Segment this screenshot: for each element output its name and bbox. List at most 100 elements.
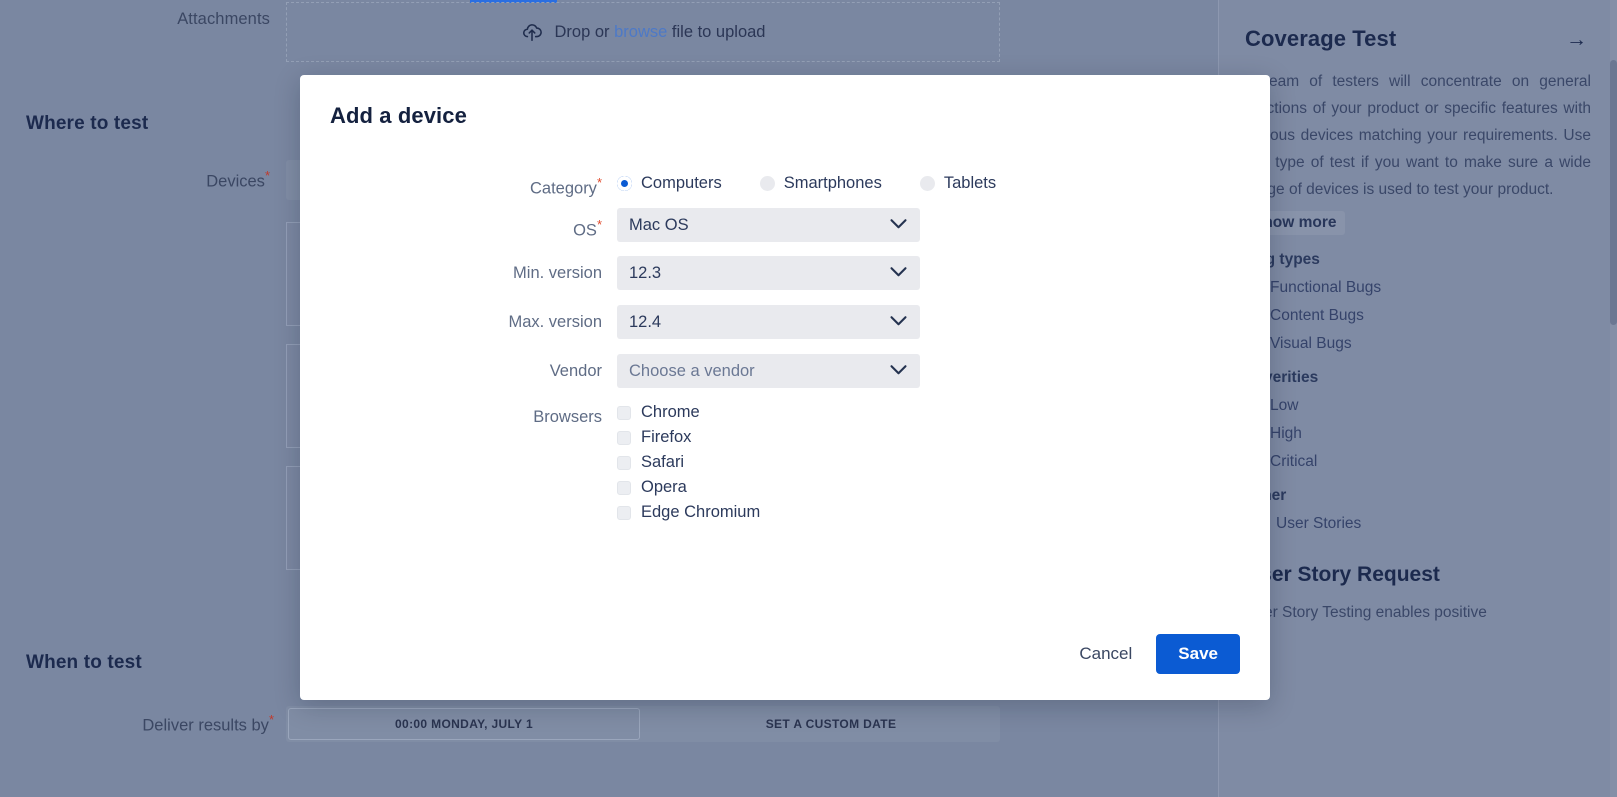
checkbox-option-safari[interactable]: Safari bbox=[617, 450, 1270, 475]
other-title: Other bbox=[1245, 487, 1591, 505]
checkbox-label: Chrome bbox=[641, 403, 700, 421]
chevron-down-icon bbox=[890, 216, 907, 235]
sidebar-scrollbar-thumb[interactable] bbox=[1610, 60, 1617, 325]
bug-types-title: Bug types bbox=[1245, 251, 1320, 268]
min-version-select[interactable]: 12.3 bbox=[617, 256, 920, 290]
sidebar-title: Coverage Test bbox=[1245, 26, 1397, 51]
form-row-min-version: Min. version 12.3 bbox=[300, 256, 1270, 290]
deliver-date-option[interactable]: 00:00 MONDAY, JULY 1 bbox=[288, 708, 640, 740]
radio-label: Smartphones bbox=[783, 174, 882, 192]
list-item: Low bbox=[1245, 397, 1591, 415]
devices-label-text: Devices bbox=[206, 172, 265, 191]
dialog-footer: Cancel Save bbox=[1065, 634, 1240, 674]
checkbox-label: Opera bbox=[641, 478, 687, 496]
checkbox-indicator[interactable] bbox=[617, 405, 631, 420]
os-select-value: Mac OS bbox=[629, 215, 689, 234]
required-marker: * bbox=[268, 712, 274, 727]
info-sidebar: Coverage Test → A team of testers will c… bbox=[1218, 0, 1617, 797]
list-item-label: User Stories bbox=[1276, 515, 1362, 532]
browsers-label: Browsers bbox=[533, 408, 602, 426]
dialog-title: Add a device bbox=[330, 103, 467, 128]
category-label: Category* bbox=[300, 166, 617, 206]
deliver-results-label: Deliver results by* bbox=[0, 712, 274, 736]
checkbox-option-opera[interactable]: Opera bbox=[617, 475, 1270, 500]
chevron-down-icon bbox=[890, 313, 907, 332]
vendor-select-value: Choose a vendor bbox=[629, 361, 755, 380]
set-custom-date-button[interactable]: SET A CUSTOM DATE bbox=[666, 708, 996, 740]
checkbox-label: Safari bbox=[641, 453, 685, 471]
list-item: High bbox=[1245, 425, 1591, 443]
section-where-to-test: Where to test bbox=[26, 113, 149, 134]
dropzone-suffix: file to upload bbox=[667, 22, 766, 41]
save-button[interactable]: Save bbox=[1156, 634, 1240, 674]
radio-indicator[interactable] bbox=[919, 175, 935, 191]
category-radio-group: Computers Smartphones Tablets bbox=[617, 166, 1270, 200]
os-select[interactable]: Mac OS bbox=[617, 208, 920, 242]
max-version-label: Max. version bbox=[508, 313, 602, 331]
sidebar-subtitle: User Story Request bbox=[1245, 563, 1440, 586]
checkbox-indicator[interactable] bbox=[617, 505, 631, 520]
attachments-label: Attachments bbox=[177, 10, 270, 28]
list-item: User Stories bbox=[1245, 515, 1591, 533]
list-item-label: Low bbox=[1270, 397, 1299, 414]
browse-link[interactable]: browse bbox=[614, 23, 667, 41]
max-version-select[interactable]: 12.4 bbox=[617, 305, 920, 339]
radio-indicator[interactable] bbox=[759, 175, 775, 191]
cloud-upload-icon bbox=[521, 21, 543, 43]
sidebar-scrollbar[interactable] bbox=[1610, 0, 1617, 797]
sidebar-header: Coverage Test → bbox=[1245, 0, 1591, 52]
deliver-results-control: 00:00 MONDAY, JULY 1 SET A CUSTOM DATE bbox=[286, 706, 1000, 742]
required-marker: * bbox=[596, 217, 602, 232]
vendor-label: Vendor bbox=[549, 362, 602, 380]
checkbox-label: Firefox bbox=[641, 428, 692, 446]
form-row-category: Category* Computers Smartphones Tablets bbox=[300, 166, 1270, 206]
severities-title: Severities bbox=[1245, 369, 1319, 386]
list-item-label: Functional Bugs bbox=[1270, 279, 1382, 296]
list-item: Visual Bugs bbox=[1245, 335, 1591, 353]
list-item-label: High bbox=[1270, 425, 1302, 442]
devices-label: Devices* bbox=[0, 168, 270, 192]
os-label-text: OS bbox=[573, 221, 597, 240]
radio-option-tablets[interactable]: Tablets bbox=[919, 166, 997, 200]
category-label-text: Category bbox=[529, 179, 597, 198]
form-row-os: OS* Mac OS bbox=[300, 208, 1270, 248]
list-item-label: Visual Bugs bbox=[1270, 335, 1352, 352]
checkbox-indicator[interactable] bbox=[617, 480, 631, 495]
checkbox-option-firefox[interactable]: Firefox bbox=[617, 425, 1270, 450]
list-item: Content Bugs bbox=[1245, 307, 1591, 325]
max-version-select-value: 12.4 bbox=[629, 312, 662, 331]
browsers-checkbox-list: Chrome Firefox Safari Opera Edge Chromiu… bbox=[617, 400, 1270, 525]
radio-indicator[interactable] bbox=[617, 175, 632, 191]
min-version-select-value: 12.3 bbox=[629, 263, 662, 282]
list-item: Functional Bugs bbox=[1245, 279, 1591, 297]
form-row-max-version: Max. version 12.4 bbox=[300, 305, 1270, 339]
sidebar-paragraph: A team of testers will concentrate on ge… bbox=[1245, 73, 1591, 198]
radio-option-computers[interactable]: Computers bbox=[617, 166, 722, 200]
checkbox-label: Edge Chromium bbox=[641, 503, 761, 521]
form-row-vendor: Vendor Choose a vendor bbox=[300, 354, 1270, 388]
checkbox-indicator[interactable] bbox=[617, 455, 631, 470]
sidebar-subparagraph: User Story Testing enables positive bbox=[1245, 604, 1487, 621]
vendor-select[interactable]: Choose a vendor bbox=[617, 354, 920, 388]
dropzone-text: Drop or browse file to upload bbox=[555, 23, 766, 42]
arrow-right-icon[interactable]: → bbox=[1566, 29, 1591, 50]
list-item-label: Critical bbox=[1270, 453, 1318, 470]
radio-option-smartphones[interactable]: Smartphones bbox=[759, 166, 882, 200]
radio-label: Computers bbox=[641, 174, 722, 192]
attachments-dropzone[interactable]: Drop or browse file to upload bbox=[286, 2, 1000, 62]
list-item: Critical bbox=[1245, 453, 1591, 471]
cancel-button[interactable]: Cancel bbox=[1065, 635, 1146, 673]
list-item-label: Content Bugs bbox=[1270, 307, 1364, 324]
min-version-label: Min. version bbox=[513, 264, 602, 282]
radio-label: Tablets bbox=[943, 174, 997, 192]
checkbox-option-chrome[interactable]: Chrome bbox=[617, 400, 1270, 425]
checkbox-option-edge-chromium[interactable]: Edge Chromium bbox=[617, 500, 1270, 525]
chevron-down-icon bbox=[890, 362, 907, 381]
dropzone-prefix: Drop or bbox=[554, 22, 615, 41]
chevron-down-icon bbox=[890, 264, 907, 283]
checkbox-indicator[interactable] bbox=[617, 430, 631, 445]
app-root: Attachments Drop or browse file to uploa… bbox=[0, 0, 1617, 797]
form-row-browsers: Browsers Chrome Firefox Safari Opera Edg… bbox=[300, 400, 1270, 525]
os-label: OS* bbox=[300, 208, 617, 248]
required-marker: * bbox=[596, 175, 602, 190]
